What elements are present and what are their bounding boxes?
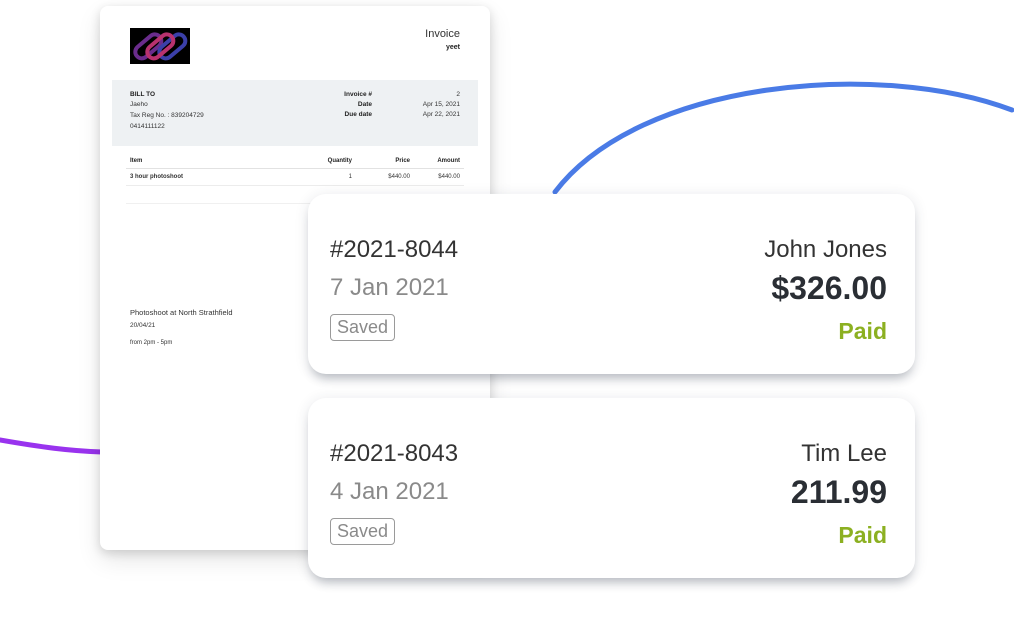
- client-name: Jaeho: [130, 101, 148, 108]
- client-name: John Jones: [764, 236, 887, 263]
- invoice-number: #2021-8043: [330, 440, 459, 467]
- logo-icon: [133, 32, 188, 61]
- row-amount: $440.00: [438, 174, 460, 180]
- invoice-amount: 211.99: [790, 474, 887, 510]
- invoice-notes: Photoshoot at North Strathfield 20/04/21…: [130, 308, 233, 346]
- note-line: Photoshoot at North Strathfield: [130, 308, 233, 317]
- meta-value: 2: [456, 91, 460, 98]
- items-header: Item Quantity Price Amount: [126, 156, 464, 169]
- invoice-date: 7 Jan 2021: [330, 274, 449, 301]
- note-line: from 2pm - 5pm: [130, 340, 173, 346]
- row-price: $440.00: [388, 174, 410, 180]
- bill-to-heading: BILL TO: [130, 91, 156, 98]
- col-price: Price: [395, 158, 410, 164]
- meta-label: Invoice #: [344, 91, 372, 98]
- status-label: Paid: [838, 318, 887, 344]
- invoice-subtitle: yeet: [445, 44, 460, 51]
- meta-label: Due date: [344, 111, 372, 118]
- meta-label: Date: [357, 101, 372, 108]
- meta-invoice-number: Invoice # 2: [302, 91, 460, 101]
- col-amount: Amount: [437, 158, 460, 164]
- tax-reg: Tax Reg No. : 839204729: [130, 112, 204, 119]
- saved-badge: Saved: [330, 518, 396, 545]
- row-quantity: 1: [348, 174, 352, 180]
- col-item: Item: [130, 158, 143, 164]
- table-row: 3 hour photoshoot 1 $440.00 $440.00: [126, 172, 464, 186]
- meta-due-date: Due date Apr 22, 2021: [302, 111, 460, 121]
- col-quantity: Quantity: [327, 158, 352, 164]
- invoice-amount: $326.00: [771, 270, 887, 306]
- invoice-title: Invoice: [425, 28, 460, 40]
- meta-value: Apr 15, 2021: [422, 101, 460, 108]
- blue-arc: [552, 81, 1014, 195]
- client-name: Tim Lee: [801, 440, 887, 467]
- bill-to-section: BILL TO Jaeho Tax Reg No. : 839204729 04…: [112, 80, 478, 146]
- company-logo: [130, 28, 190, 64]
- status-label: Paid: [838, 522, 887, 548]
- invoice-date: 4 Jan 2021: [330, 478, 449, 505]
- purple-arc: [0, 437, 105, 455]
- client-phone: 0414111122: [130, 123, 165, 130]
- invoice-card[interactable]: #2021-8044 7 Jan 2021 Saved John Jones $…: [308, 194, 915, 374]
- meta-date: Date Apr 15, 2021: [302, 101, 460, 111]
- row-item: 3 hour photoshoot: [130, 174, 183, 180]
- meta-value: Apr 22, 2021: [422, 111, 460, 118]
- invoice-card[interactable]: #2021-8043 4 Jan 2021 Saved Tim Lee 211.…: [308, 398, 915, 578]
- saved-badge: Saved: [330, 314, 396, 341]
- note-line: 20/04/21: [130, 322, 156, 329]
- invoice-number: #2021-8044: [330, 236, 459, 263]
